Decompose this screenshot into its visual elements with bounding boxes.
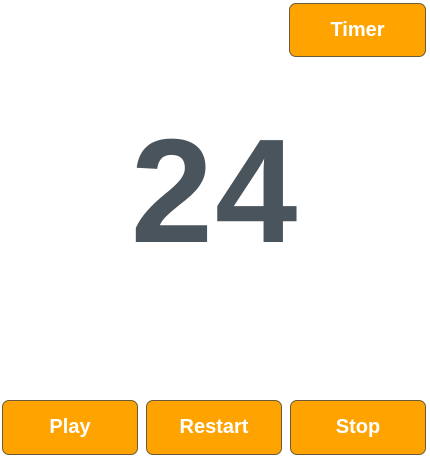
countdown-display: 24 [130,109,300,274]
stop-button[interactable]: Stop [290,400,426,455]
play-button[interactable]: Play [2,400,138,455]
timer-button[interactable]: Timer [289,3,426,57]
restart-button[interactable]: Restart [146,400,282,455]
